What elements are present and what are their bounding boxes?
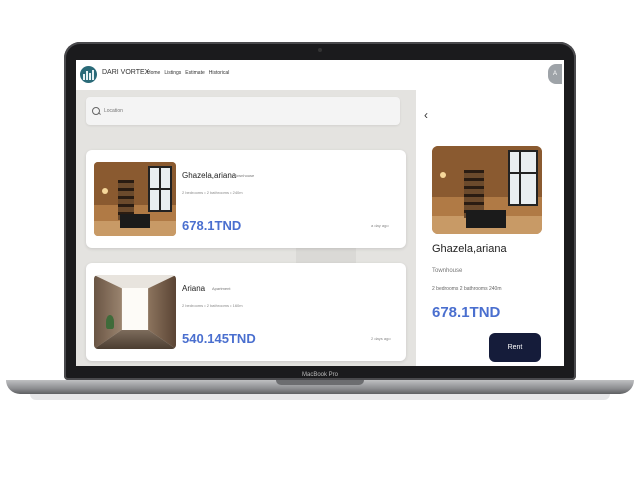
listing-image[interactable] (94, 275, 176, 349)
detail-image (432, 146, 542, 234)
detail-price: 678.1TND (432, 304, 501, 321)
logo-icon[interactable] (80, 66, 97, 83)
laptop-shadow (30, 394, 610, 400)
nav-link-listings[interactable]: Listings (164, 70, 181, 76)
detail-name: Ghazela,ariana (432, 243, 507, 255)
listing-specs: 2 bedrooms • 2 bathrooms • 160m (182, 303, 243, 308)
device-label: MacBook Pro (301, 372, 338, 378)
nav-links: Home Listings Estimate Historical (147, 70, 229, 76)
listing-price: 678.1TND (182, 218, 242, 233)
top-nav: DARI VORTEX Home Listings Estimate Histo… (76, 60, 564, 90)
camera-icon (318, 48, 322, 52)
room-photo (432, 146, 542, 234)
listings-panel: Ghazela,ariana Townhouse 2 bedrooms • 2 … (76, 90, 416, 366)
search-bar[interactable] (86, 97, 400, 125)
rent-button[interactable]: Rent (489, 333, 541, 362)
detail-panel: ‹ Ghazela,ariana Townhouse 2 bedrooms 2 … (416, 90, 564, 366)
avatar[interactable]: A (548, 64, 562, 84)
search-input[interactable] (104, 108, 384, 114)
room-photo (94, 275, 176, 349)
avatar-initial: A (552, 71, 557, 77)
detail-type: Townhouse (432, 268, 463, 274)
listing-time: 2 days ago (371, 336, 391, 341)
logo-bars (83, 69, 94, 80)
search-icon (92, 106, 101, 116)
listing-type: Townhouse (234, 173, 255, 178)
detail-specs: 2 bedrooms 2 bathrooms 240m (432, 286, 502, 292)
listing-type: Apartment (212, 286, 231, 291)
listing-image[interactable] (94, 162, 176, 236)
nav-link-estimate[interactable]: Estimate (185, 70, 204, 76)
app-screen: DARI VORTEX Home Listings Estimate Histo… (76, 60, 564, 366)
nav-link-home[interactable]: Home (147, 70, 160, 76)
back-arrow-icon[interactable]: ‹ (424, 108, 428, 122)
room-photo (94, 162, 176, 236)
brand-name[interactable]: DARI VORTEX (102, 69, 149, 76)
nav-link-historical[interactable]: Historical (209, 70, 230, 76)
listing-card[interactable]: Ariana Apartment 2 bedrooms • 2 bathroom… (86, 263, 406, 361)
listing-specs: 2 bedrooms • 2 bathrooms • 240m (182, 190, 243, 195)
listing-time: a day ago (371, 223, 389, 228)
listing-card[interactable]: Ghazela,ariana Townhouse 2 bedrooms • 2 … (86, 150, 406, 248)
listing-name: Ghazela,ariana (182, 171, 237, 180)
listing-price: 540.145TND (182, 331, 256, 346)
listing-name: Ariana (182, 284, 206, 293)
